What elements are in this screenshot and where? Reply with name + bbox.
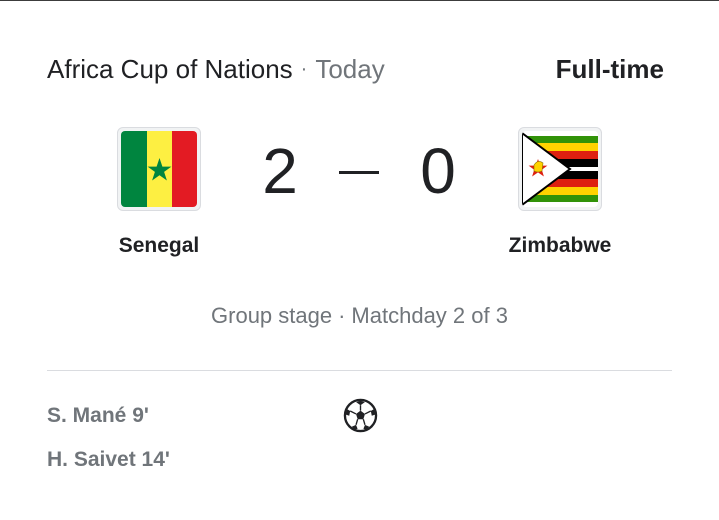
- home-goal-scorers: S. Mané 9' H. Saivet 14': [47, 401, 170, 489]
- home-team[interactable]: Senegal: [89, 127, 229, 258]
- away-team-name: Zimbabwe: [508, 234, 612, 257]
- home-flag-frame: [117, 127, 201, 211]
- goal-scorer: H. Saivet 14': [47, 448, 170, 471]
- scoreline: 2 0: [248, 131, 470, 211]
- match-stage: Group stage · Matchday 2 of 3: [0, 303, 719, 329]
- stage-matchday: Matchday 2 of 3: [351, 303, 508, 328]
- header-separator: ·: [300, 57, 308, 80]
- stage-round: Group stage: [211, 303, 333, 328]
- soccer-ball-icon: [343, 398, 378, 433]
- score-dash: [339, 170, 379, 174]
- away-score: 0: [420, 135, 456, 207]
- home-team-name: Senegal: [118, 234, 200, 257]
- home-score: 2: [262, 135, 298, 207]
- away-flag-frame: [518, 127, 602, 211]
- competition-info: Africa Cup of Nations · Today: [47, 54, 385, 85]
- competition-name[interactable]: Africa Cup of Nations: [47, 54, 293, 85]
- section-divider: [47, 370, 672, 371]
- zimbabwe-flag-icon: [522, 131, 598, 207]
- away-team[interactable]: Zimbabwe: [490, 127, 630, 258]
- senegal-flag-icon: [121, 131, 197, 207]
- match-header: Africa Cup of Nations · Today Full-time: [47, 53, 664, 85]
- stage-separator: ·: [338, 303, 346, 328]
- match-date: Today: [315, 53, 385, 84]
- match-status: Full-time: [555, 53, 664, 84]
- match-card[interactable]: Africa Cup of Nations · Today Full-time …: [0, 0, 719, 520]
- goal-scorer: S. Mané 9': [47, 404, 149, 427]
